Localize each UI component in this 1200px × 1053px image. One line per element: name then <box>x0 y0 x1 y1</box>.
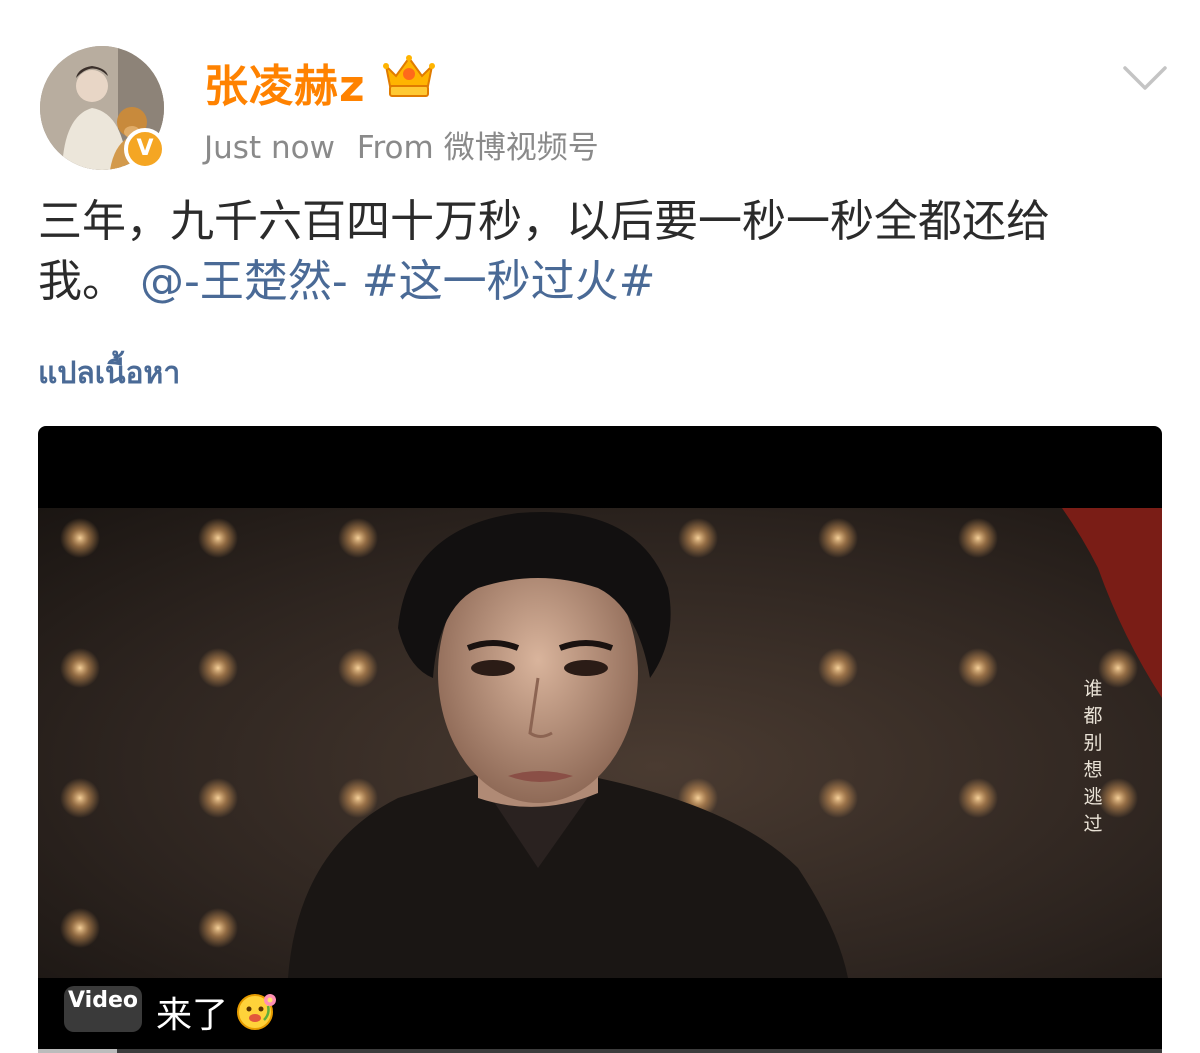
video-badge: Video <box>64 986 142 1032</box>
subtitle-char: 过 <box>1083 813 1103 835</box>
source-name[interactable]: 微博视频号 <box>444 130 599 166</box>
video-bottom-bar: Video 来了 <box>38 978 1162 1053</box>
hashtag-link[interactable]: #这一秒过火# <box>362 256 656 307</box>
post-meta: Just now From 微博视频号 <box>204 122 599 167</box>
weibo-post: V 张凌赫z Just now From 微博视频号 三年，九千六百四十万秒，以后要… <box>0 0 1200 1053</box>
post-text-line-2: 我。 @-王楚然- #这一秒过火# <box>38 252 1168 312</box>
chevron-down-icon[interactable] <box>1121 62 1169 96</box>
verified-badge: V <box>124 128 166 170</box>
crown-level-icon[interactable] <box>382 52 436 100</box>
video-player[interactable]: 谁 都 别 想 逃 过 Video 来了 <box>38 426 1162 1053</box>
post-text-prefix: 我。 <box>38 256 126 307</box>
video-progress-fill <box>38 1049 117 1053</box>
subtitle-char: 逃 <box>1083 786 1103 808</box>
translate-link[interactable]: แปลเนื้อหา <box>38 350 180 397</box>
subtitle-char: 别 <box>1083 732 1103 754</box>
subtitle-char: 都 <box>1083 705 1103 727</box>
video-still-image <box>60 508 1162 978</box>
post-text-line-1: 三年，九千六百四十万秒，以后要一秒一秒全都还给 <box>38 196 1050 247</box>
flower-face-emoji-icon <box>237 994 276 1030</box>
subtitle-char: 想 <box>1083 759 1103 781</box>
video-caption: 来了 <box>156 995 229 1036</box>
username[interactable]: 张凌赫z <box>204 50 366 114</box>
video-subtitle: 谁 都 别 想 逃 过 <box>1080 676 1106 838</box>
source-label: From <box>356 130 434 166</box>
post-text: 三年，九千六百四十万秒，以后要一秒一秒全都还给 我。 @-王楚然- #这一秒过火… <box>38 192 1168 312</box>
video-frame[interactable]: 谁 都 别 想 逃 过 <box>38 508 1162 978</box>
post-timestamp: Just now <box>204 130 335 166</box>
video-progress-bar[interactable] <box>38 1049 1162 1053</box>
verified-badge-label: V <box>136 136 154 161</box>
video-badge-label: Video <box>68 988 138 1013</box>
mention-link[interactable]: @-王楚然- <box>140 256 348 307</box>
subtitle-char: 谁 <box>1083 678 1103 700</box>
